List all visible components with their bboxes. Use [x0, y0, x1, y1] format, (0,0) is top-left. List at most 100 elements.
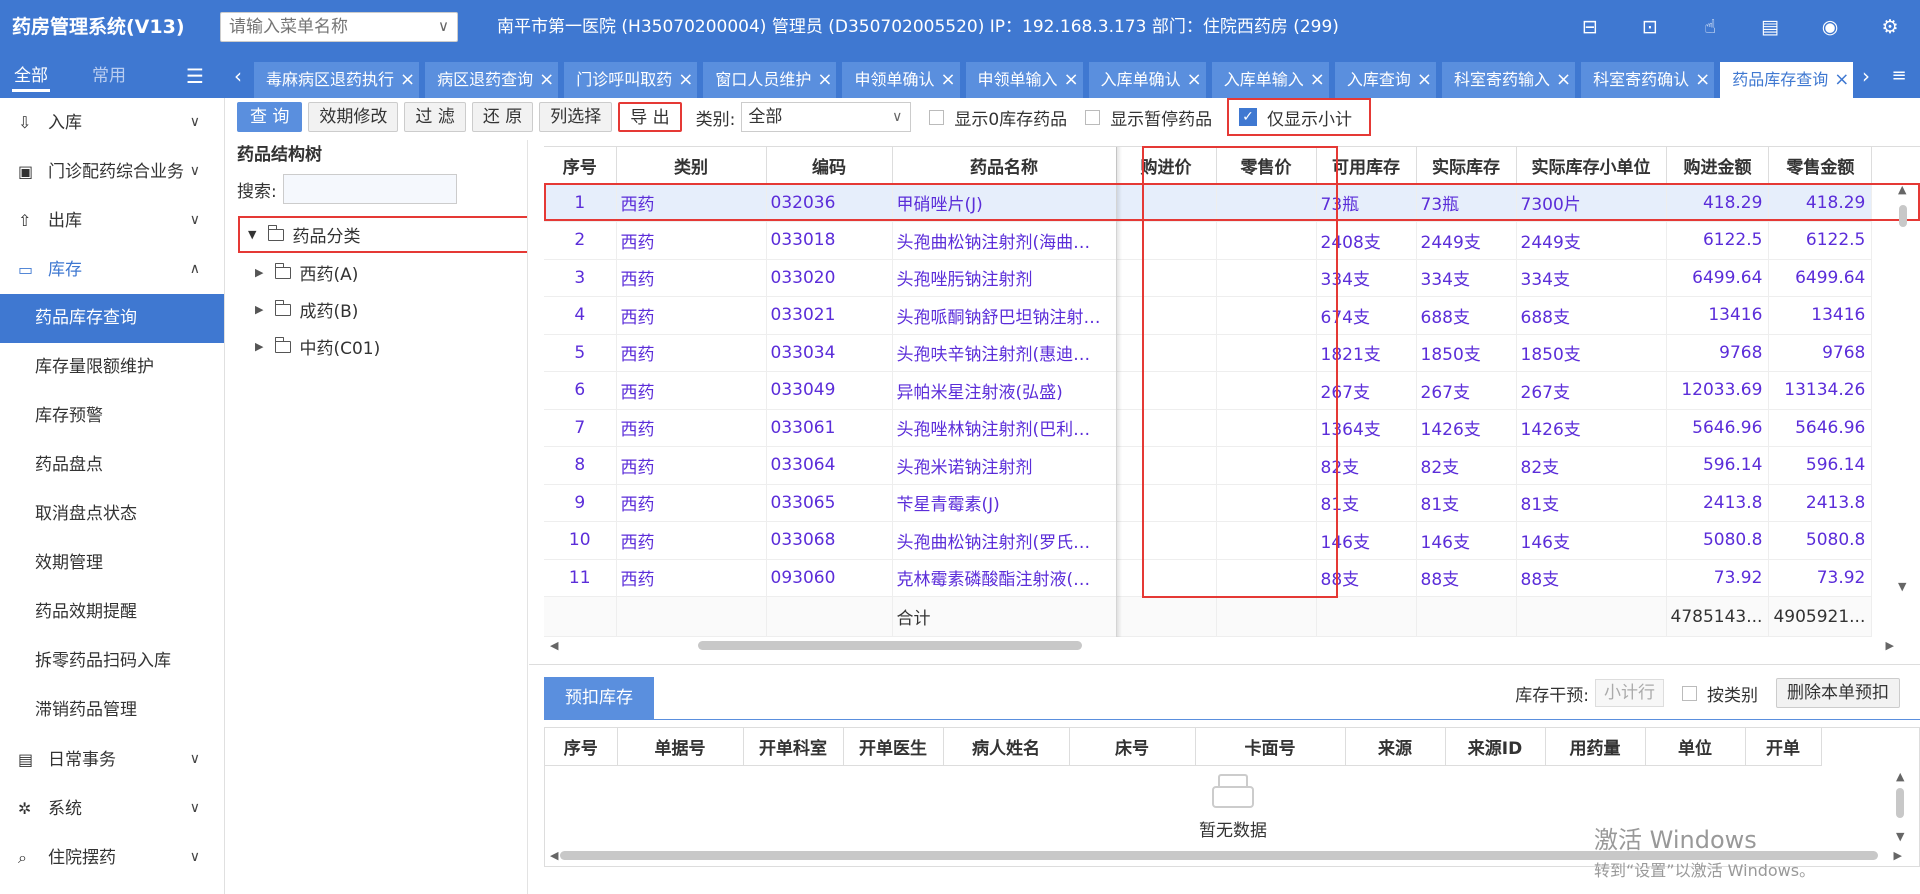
column-header[interactable]: 实际库存 — [1416, 147, 1517, 185]
by-category-checkbox[interactable] — [1682, 685, 1697, 701]
scroll-left-icon[interactable]: ◀ — [550, 849, 558, 862]
column-header[interactable]: 药品名称 — [892, 147, 1117, 185]
tab-menu-icon[interactable]: ≡ — [1884, 54, 1914, 98]
tab-item[interactable]: 窗口人员维护 × — [703, 62, 837, 98]
sidebar-subitem-expiry-remind[interactable]: 药品效期提醒 — [0, 588, 224, 637]
export-button[interactable]: 导 出 — [618, 102, 682, 132]
sidebar-item-inpatient-dispense[interactable]: ⌕ 住院摆药 ∨ — [0, 833, 224, 882]
tree-node-chinese[interactable]: ▶ 中药(C01) — [255, 328, 380, 365]
grid-vertical-scrollbar[interactable]: ▲ ▼ — [1896, 183, 1910, 593]
column-header[interactable]: 类别 — [616, 147, 767, 185]
tab-item[interactable]: 门诊呼叫取药 × — [564, 62, 698, 98]
table-row[interactable]: 3 西药 033020 头孢唑肟钠注射剂 334支 334支 334支 6499.64 6499… — [544, 259, 1873, 297]
column-header[interactable]: 购进金额 — [1666, 147, 1770, 185]
check-icon[interactable]: ✓ — [1239, 108, 1257, 126]
column-header[interactable]: 购进价 — [1116, 147, 1217, 185]
column-header[interactable]: 可用库存 — [1316, 147, 1417, 185]
menu-toggle-icon[interactable]: ☰ — [186, 64, 204, 88]
sidebar-subitem-expiry[interactable]: 效期管理 — [0, 539, 224, 588]
table-row[interactable]: 4 西药 033021 头孢哌酮钠舒巴坦钠注射… 674支 688支 688支 13416 13… — [544, 296, 1873, 335]
sidebar-item-stock[interactable]: ▭ 库存 ∧ — [0, 245, 224, 294]
sidebar-subitem-inventory[interactable]: 药品盘点 — [0, 441, 224, 490]
sidebar-subitem-warning[interactable]: 库存预警 — [0, 392, 224, 441]
hand-icon[interactable]: ☝ — [1680, 0, 1740, 54]
filter-button[interactable]: 过 滤 — [404, 102, 466, 132]
caret-right-icon[interactable]: ▶ — [255, 340, 263, 353]
close-icon[interactable]: × — [678, 62, 693, 98]
column-header[interactable]: 卡面号 — [1195, 728, 1346, 766]
scroll-up-icon[interactable]: ▲ — [1896, 770, 1904, 783]
tree-node-western[interactable]: ▶ 西药(A) — [255, 254, 358, 291]
close-icon[interactable]: × — [817, 62, 832, 98]
caret-right-icon[interactable]: ▶ — [255, 266, 263, 279]
column-header[interactable]: 开单科室 — [743, 728, 844, 766]
table-row[interactable]: 2 西药 033018 头孢曲松钠注射剂(海曲… 2408支 2449支 2449支 6122… — [544, 221, 1873, 260]
column-header[interactable]: 编码 — [766, 147, 893, 185]
eye-icon[interactable]: ◉ — [1800, 0, 1860, 54]
column-header[interactable]: 用药量 — [1545, 728, 1646, 766]
sidebar-item-outbound[interactable]: ⇧ 出库 ∨ — [0, 196, 224, 245]
tab-item[interactable]: 科室寄药输入 × — [1441, 62, 1576, 98]
tab-item[interactable]: 科室寄药确认 × — [1581, 62, 1715, 98]
sidebar-item-daily[interactable]: ▤ 日常事务 ∨ — [0, 735, 224, 784]
tab-scroll-right-icon[interactable]: › — [1854, 54, 1878, 98]
column-header[interactable]: 病人姓名 — [943, 728, 1070, 766]
sidebar-subitem-limit[interactable]: 库存量限额维护 — [0, 343, 224, 392]
sidebar-item-system[interactable]: ✲ 系统 ∨ — [0, 784, 224, 833]
column-header[interactable]: 床号 — [1069, 728, 1196, 766]
column-header[interactable]: 来源 — [1345, 728, 1446, 766]
sidebar-subitem-cancel-inventory[interactable]: 取消盘点状态 — [0, 490, 224, 539]
tab-item[interactable]: 毒麻病区退药执行 × — [254, 62, 420, 98]
tab-item[interactable]: 病区退药查询 × — [425, 62, 559, 98]
table-row[interactable]: 9 西药 033065 苄星青霉素(J) 81支 81支 81支 2413.8 2413.8 — [544, 484, 1873, 522]
close-icon[interactable]: × — [1064, 62, 1079, 98]
column-header[interactable]: 来源ID — [1445, 728, 1546, 766]
table-row[interactable]: 1 西药 032036 甲硝唑片(J) 73瓶 73瓶 7300片 418.29 418.29 — [544, 184, 1873, 222]
tab-all[interactable]: 全部 — [12, 54, 50, 98]
restore-button[interactable]: 还 原 — [471, 102, 534, 132]
sidebar-item-outpatient[interactable]: ▣ 门诊配药综合业务 ∨ — [0, 147, 224, 196]
scroll-right-icon[interactable]: ▶ — [1886, 639, 1894, 652]
tree-root-node[interactable]: ▼ 药品分类 — [238, 216, 528, 253]
scroll-down-icon[interactable]: ▼ — [1898, 580, 1906, 593]
table-row[interactable]: 7 西药 033061 头孢唑林钠注射剂(巴利… 1364支 1426支 1426支 5646… — [544, 409, 1873, 447]
column-header[interactable]: 单据号 — [617, 728, 744, 766]
tab-item[interactable]: 药品库存查询 × — [1720, 62, 1854, 98]
table-row[interactable]: 10 西药 033068 头孢曲松钠注射剂(罗氏… 146支 146支 146支 5080.8… — [544, 521, 1873, 560]
column-select-button[interactable]: 列选择 — [539, 102, 613, 132]
show-zero-stock-checkbox[interactable]: 显示0库存药品 — [929, 105, 1067, 130]
table-row[interactable]: 5 西药 033034 头孢呋辛钠注射剂(惠迪… 1821支 1850支 1850支 9768… — [544, 334, 1873, 372]
checkbox-box[interactable] — [929, 109, 945, 125]
tab-item[interactable]: 申领单输入 × — [965, 62, 1083, 98]
table-row[interactable]: 11 西药 093060 克林霉素磷酸酯注射液(… 88支 88支 88支 73.92 73.9… — [544, 559, 1873, 597]
column-header[interactable]: 序号 — [545, 728, 618, 766]
scroll-down-icon[interactable]: ▼ — [1896, 830, 1904, 843]
subtotal-only-checkbox[interactable]: ✓ 仅显示小计 — [1227, 98, 1371, 136]
delete-reserve-button[interactable]: 删除本单预扣 — [1776, 678, 1900, 708]
vertical-splitter[interactable] — [527, 140, 528, 894]
close-icon[interactable]: × — [400, 62, 415, 98]
tab-item[interactable]: 申领单确认 × — [842, 62, 960, 98]
scroll-thumb[interactable] — [1899, 205, 1907, 227]
close-icon[interactable]: × — [539, 62, 554, 98]
tab-scroll-left-icon[interactable]: ‹ — [228, 54, 248, 98]
close-icon[interactable]: × — [1310, 62, 1325, 98]
close-icon[interactable]: × — [1834, 62, 1849, 98]
close-icon[interactable]: × — [1417, 62, 1432, 98]
scroll-right-icon[interactable]: ▶ — [1894, 849, 1902, 862]
expiry-edit-button[interactable]: 效期修改 — [308, 102, 399, 132]
sidebar-subitem-stock-query[interactable]: 药品库存查询 — [0, 294, 224, 343]
message-icon[interactable]: ⊟ — [1560, 0, 1620, 54]
close-icon[interactable]: × — [1695, 62, 1710, 98]
sidebar-item-inbound[interactable]: ⇩ 入库 ∨ — [0, 98, 224, 147]
checkbox-box[interactable] — [1085, 109, 1101, 125]
column-header[interactable]: 零售金额 — [1768, 147, 1873, 185]
show-suspended-checkbox[interactable]: 显示暂停药品 — [1085, 105, 1212, 130]
scroll-thumb[interactable] — [698, 641, 1082, 650]
document-icon[interactable]: ▤ — [1740, 0, 1800, 54]
tree-node-patent[interactable]: ▶ 成药(B) — [255, 291, 358, 328]
sidebar-subitem-slow-moving[interactable]: 滞销药品管理 — [0, 686, 224, 735]
sidebar-subitem-scan-inbound[interactable]: 拆零药品扫码入库 — [0, 637, 224, 686]
column-header[interactable]: 单位 — [1645, 728, 1746, 766]
close-icon[interactable]: × — [940, 62, 955, 98]
